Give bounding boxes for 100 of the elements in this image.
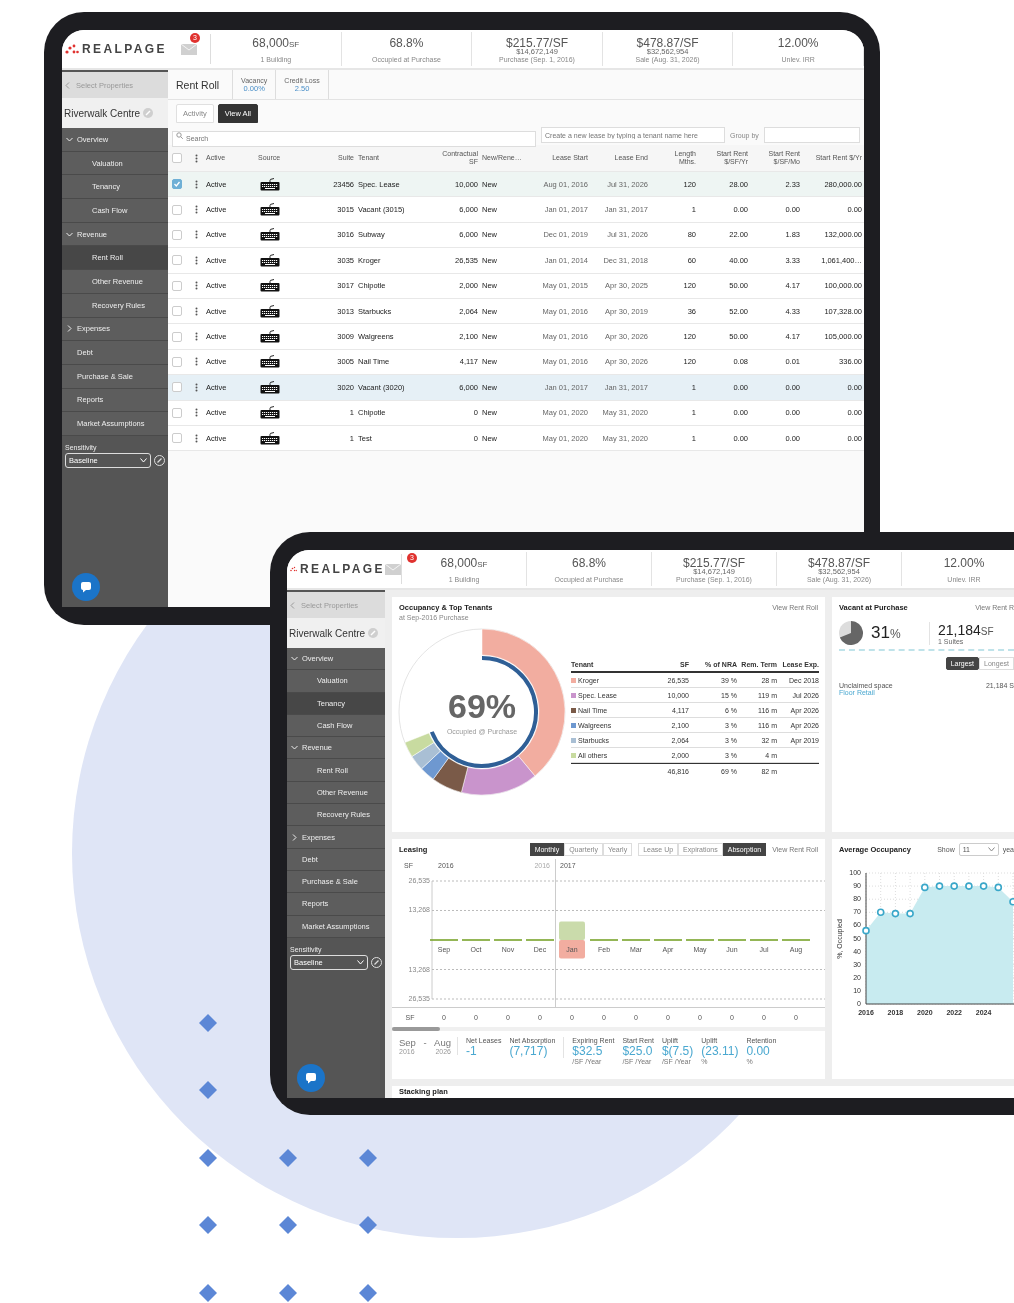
diamond-icon [279,1284,297,1302]
stat-value: (23.11) [701,1044,739,1058]
more-icon[interactable] [194,433,198,443]
chevron-icon [66,325,73,333]
chat-button[interactable] [72,573,100,601]
data-point [891,909,900,918]
diamond-icon [279,1216,297,1234]
stat-value: -1 [466,1044,478,1058]
more-icon[interactable] [194,357,198,367]
stat-value: (7,717) [509,1044,548,1058]
keyboard-icon [260,253,280,267]
chevron-down-icon [357,959,364,965]
data-point [862,926,870,935]
edit-icon[interactable] [154,454,165,466]
keyboard-icon [260,279,280,293]
checkbox[interactable] [172,356,182,367]
more-icon[interactable] [194,332,198,342]
chevron-down-icon [140,457,147,463]
chat-icon [80,581,92,593]
keyboard-icon [260,304,280,318]
bar [559,940,585,959]
checkbox[interactable] [172,306,182,317]
range-start: Sep [399,1037,416,1048]
keyboard-icon [260,355,280,369]
more-icon[interactable] [194,382,198,392]
back-chevron-icon [65,81,70,89]
data-point [935,882,944,890]
diamond-icon [199,1081,217,1099]
logo-dots-icon [290,564,297,574]
brand-name: REALPAGE [300,562,385,576]
chevron-down-icon [987,846,995,852]
pie-icon [839,621,863,645]
stat-value: 12.00% [943,556,985,570]
diamond-icon [359,1216,377,1234]
checkbox[interactable] [172,433,182,444]
group-by-field[interactable] [763,127,860,143]
keyboard-icon [260,228,280,242]
more-icon[interactable] [194,205,198,215]
more-icon[interactable] [194,306,198,316]
keyboard-icon [260,380,280,394]
page-title: Rent Roll [176,78,221,91]
chevron-icon [291,833,298,841]
stat-value: 68.8% [389,36,424,50]
back-chevron-icon [290,601,295,609]
search-icon [176,131,183,139]
brand-name: REALPAGE [82,42,167,56]
more-icon[interactable] [194,230,198,240]
stat-value: 68,000SF [252,36,300,50]
range-separator: - [423,1037,427,1048]
diamond-icon [279,1149,297,1167]
more-icon[interactable] [194,408,198,418]
more-icon[interactable] [194,281,198,291]
more-icon[interactable] [194,153,198,163]
chevron-icon [66,230,73,238]
checkbox[interactable] [172,407,182,418]
diamond-icon [199,1216,217,1234]
stat-value: 0.00 [746,1044,771,1058]
edit-icon[interactable] [371,956,382,968]
range-end: Aug [434,1037,451,1048]
data-point [994,883,1003,892]
stat-value: $215.77/SF [505,36,568,50]
stat-value: $25.0 [622,1044,654,1058]
checkbox[interactable] [172,204,182,215]
checkbox[interactable] [172,331,182,342]
checkbox[interactable] [172,179,182,190]
keyboard-icon [260,406,280,420]
property-name: Riverwalk Centre [289,627,366,639]
checkbox[interactable] [172,255,182,266]
occupancy-percent: 69% [447,689,517,723]
checkbox[interactable] [172,280,182,291]
stat-value: $(7.5) [661,1044,694,1058]
data-point [906,909,914,918]
checkbox[interactable] [172,153,182,163]
diamond-icon [359,1284,377,1302]
checkbox[interactable] [172,382,182,393]
mail-icon[interactable] [385,563,401,575]
stat-value: $215.77/SF [682,556,745,570]
more-icon[interactable] [194,255,198,265]
logo-dots-icon [65,44,79,54]
diamond-icon [199,1284,217,1302]
keyboard-icon [260,431,280,445]
chevron-icon [66,135,73,143]
data-point [921,883,929,892]
vacant-area: 21,184SF [938,621,994,638]
chat-button[interactable] [297,1064,325,1092]
bar [559,921,585,940]
keyboard-icon [260,330,280,344]
data-point [950,882,958,890]
stat-value: 68,000SF [440,556,488,570]
more-icon[interactable] [194,179,198,189]
checkbox[interactable] [172,229,182,240]
chevron-icon [291,744,298,752]
stat-value: 68.8% [572,556,606,570]
chat-icon [305,1072,317,1084]
stat-value: $32.5 [572,1044,604,1058]
vacant-percent: 31% [871,623,902,643]
stat-value: $478.87/SF [636,36,699,50]
diamond-icon [199,1149,217,1167]
mail-icon[interactable] [181,43,197,55]
keyboard-icon [260,203,280,217]
